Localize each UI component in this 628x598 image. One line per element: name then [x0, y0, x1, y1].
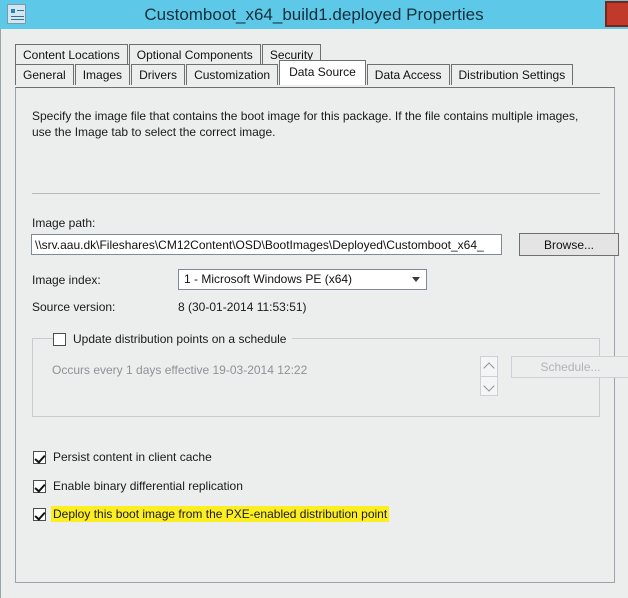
browse-button[interactable]: Browse... — [519, 233, 619, 256]
spinner-down-button[interactable] — [481, 376, 497, 396]
tab-content-locations[interactable]: Content Locations — [15, 44, 128, 65]
dialog-body: Content Locations Optional Components Se… — [0, 29, 628, 598]
schedule-occurs-text: Occurs every 1 days effective 19-03-2014… — [52, 363, 308, 377]
horizontal-separator — [32, 193, 600, 194]
binary-differential-checkbox[interactable] — [33, 479, 46, 493]
persist-content-checkbox[interactable] — [33, 450, 46, 464]
source-version-value: 8 (30-01-2014 11:53:51) — [178, 300, 307, 314]
image-path-input[interactable] — [31, 234, 502, 255]
tab-images[interactable]: Images — [74, 64, 131, 85]
binary-differential-label: Enable binary differential replication — [53, 479, 243, 493]
schedule-button[interactable]: Schedule... — [511, 356, 628, 378]
persist-content-label: Persist content in client cache — [53, 450, 212, 464]
chevron-up-icon — [483, 362, 495, 374]
window-title: Customboot_x64_build1.deployed Propertie… — [144, 5, 484, 24]
persist-content-checkbox-row[interactable]: Persist content in client cache — [33, 449, 212, 465]
binary-differential-checkbox-row[interactable]: Enable binary differential replication — [33, 478, 243, 494]
deploy-pxe-checkbox[interactable] — [33, 507, 46, 521]
data-source-tab-panel: Specify the image file that contains the… — [15, 87, 628, 583]
tab-row-bottom: General Images Drivers Customization Dat… — [15, 60, 574, 85]
tab-general[interactable]: General — [15, 64, 74, 85]
source-version-label: Source version: — [32, 300, 116, 314]
image-index-label: Image index: — [32, 273, 101, 287]
chevron-down-icon — [483, 380, 495, 392]
schedule-spinner[interactable] — [480, 356, 498, 396]
tab-drivers[interactable]: Drivers — [131, 64, 186, 85]
schedule-group-box: Update distribution points on a schedule… — [32, 330, 628, 417]
tab-optional-components[interactable]: Optional Components — [128, 44, 261, 65]
close-button[interactable] — [605, 1, 628, 27]
image-index-dropdown[interactable]: 1 - Microsoft Windows PE (x64) — [178, 269, 427, 290]
tab-row-top: Content Locations Optional Components Se… — [15, 44, 322, 65]
panel-description: Specify the image file that contains the… — [32, 109, 579, 139]
update-dp-schedule-checkbox-row[interactable]: Update distribution points on a schedule — [53, 330, 293, 348]
deploy-pxe-checkbox-row[interactable]: Deploy this boot image from the PXE-enab… — [33, 506, 390, 522]
title-bar: Customboot_x64_build1.deployed Propertie… — [0, 0, 628, 29]
deploy-pxe-label: Deploy this boot image from the PXE-enab… — [51, 506, 390, 522]
update-dp-schedule-checkbox[interactable] — [53, 332, 66, 346]
spinner-up-button[interactable] — [481, 357, 497, 376]
tab-distribution-settings[interactable]: Distribution Settings — [450, 64, 574, 85]
image-path-label: Image path: — [32, 216, 96, 230]
tab-customization[interactable]: Customization — [186, 64, 279, 85]
chevron-down-icon — [412, 277, 420, 282]
tab-data-access[interactable]: Data Access — [366, 64, 450, 85]
tab-data-source[interactable]: Data Source — [279, 60, 366, 85]
properties-dialog-window: Customboot_x64_build1.deployed Propertie… — [0, 0, 628, 598]
image-index-value: 1 - Microsoft Windows PE (x64) — [184, 272, 353, 286]
tab-strip: Content Locations Optional Components Se… — [15, 44, 615, 88]
update-dp-schedule-label: Update distribution points on a schedule — [73, 332, 287, 346]
